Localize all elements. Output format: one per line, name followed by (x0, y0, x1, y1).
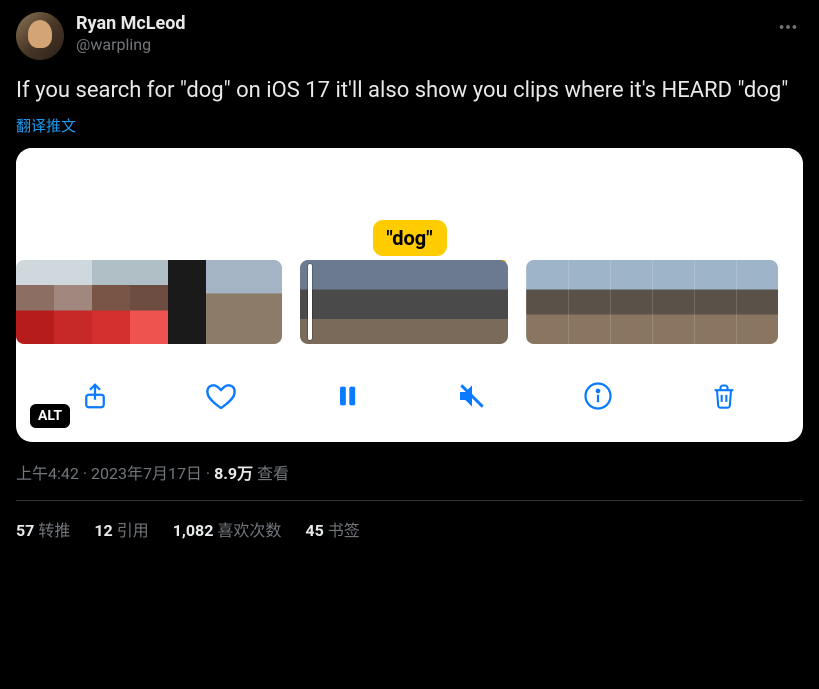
tweet-text: If you search for "dog" on iOS 17 it'll … (16, 76, 803, 107)
likes-label: 喜欢次数 (217, 521, 281, 540)
bookmarks-label: 书签 (328, 521, 360, 540)
handle: @warpling (76, 35, 761, 56)
display-name: Ryan McLeod (76, 12, 761, 35)
retweets-label: 转推 (38, 521, 70, 540)
clip-frame (736, 260, 778, 344)
bookmarks-count: 45 (305, 521, 323, 540)
search-term-badge: "dog" (372, 220, 446, 256)
clip-frame (206, 260, 244, 344)
date[interactable]: 2023年7月17日 (91, 464, 202, 483)
clip-frame (168, 260, 206, 344)
likes-stat[interactable]: 1,082喜欢次数 (173, 517, 282, 541)
author-names[interactable]: Ryan McLeod @warpling (76, 12, 761, 56)
clip-frame (404, 260, 456, 344)
clip-frame (130, 260, 168, 344)
time[interactable]: 上午4:42 (16, 464, 79, 483)
clip-group-active[interactable] (300, 260, 508, 344)
sep: · (202, 464, 214, 483)
stats-row: 57转推 12 引用 1,082喜欢次数 45 书签 (16, 501, 803, 541)
more-options-icon[interactable] (773, 12, 803, 46)
clip-frame (92, 260, 130, 344)
quotes-count: 12 (94, 521, 112, 540)
bookmarks-stat[interactable]: 45 书签 (305, 517, 359, 541)
translate-link[interactable]: 翻译推文 (16, 115, 76, 136)
clip-frame (54, 260, 92, 344)
clip-frame (694, 260, 736, 344)
alt-badge[interactable]: ALT (30, 404, 70, 428)
video-timeline[interactable] (16, 260, 803, 354)
media-card[interactable]: "dog" (16, 148, 803, 442)
mute-icon[interactable] (450, 374, 494, 418)
info-icon[interactable] (576, 374, 620, 418)
clip-frame (300, 260, 352, 344)
meta-row: 上午4:42 · 2023年7月17日 · 8.9万 查看 (16, 456, 803, 501)
pause-icon[interactable] (325, 374, 369, 418)
quotes-stat[interactable]: 12 引用 (94, 517, 148, 541)
clip-frame (568, 260, 610, 344)
heart-icon[interactable] (199, 374, 243, 418)
clip-frame (526, 260, 568, 344)
quotes-label: 引用 (117, 521, 149, 540)
views-label: 查看 (253, 464, 289, 483)
likes-count: 1,082 (173, 521, 214, 540)
clip-frame (352, 260, 404, 344)
clip-frame (456, 260, 508, 344)
sep: · (79, 464, 91, 483)
clip-frame (16, 260, 54, 344)
media-top-area: "dog" (16, 148, 803, 260)
views-count: 8.9万 (214, 464, 253, 483)
retweets-stat[interactable]: 57转推 (16, 517, 70, 541)
clip-group[interactable] (16, 260, 282, 344)
clip-frame (652, 260, 694, 344)
retweets-count: 57 (16, 521, 34, 540)
clip-frame (610, 260, 652, 344)
media-toolbar (16, 354, 803, 442)
share-icon[interactable] (73, 374, 117, 418)
avatar[interactable] (16, 12, 64, 60)
clip-group[interactable] (526, 260, 778, 344)
trash-icon[interactable] (702, 374, 746, 418)
tweet-header: Ryan McLeod @warpling (16, 12, 803, 60)
tweet-container: Ryan McLeod @warpling If you search for … (0, 0, 819, 553)
clip-frame (244, 260, 282, 344)
